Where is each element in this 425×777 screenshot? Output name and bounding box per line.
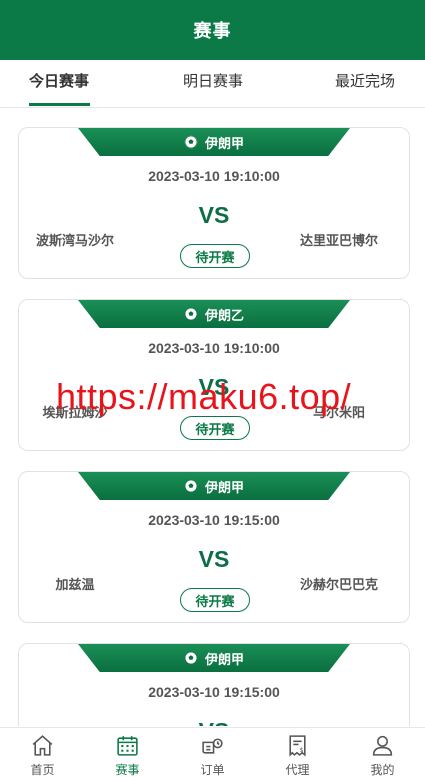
league-ribbon: 伊朗甲 [78, 644, 350, 672]
league-ribbon: 伊朗甲 [78, 128, 350, 156]
tab-recent-finished[interactable]: 最近完场 [335, 60, 395, 108]
calendar-icon [117, 736, 138, 756]
away-team: 沙赫尔巴巴克 [299, 577, 378, 592]
tab-bar: 今日赛事 明日赛事 最近完场 [0, 60, 425, 108]
league-name: 伊朗甲 [204, 135, 244, 151]
svg-text:$: $ [300, 747, 304, 754]
nav-label: 我的 [370, 763, 395, 777]
match-card[interactable]: 伊朗乙 2023-03-10 19:10:00 VS 埃斯拉姆沙 马尔米阳 待开… [18, 299, 410, 451]
nav-item-agent[interactable]: $ 代理 [255, 728, 340, 777]
match-status-button[interactable]: 待开赛 [180, 588, 250, 612]
nav-item-orders[interactable]: 订单 [170, 728, 255, 777]
home-team: 埃斯拉姆沙 [42, 405, 108, 420]
agent-icon: $ [289, 735, 306, 757]
match-card[interactable]: 伊朗甲 2023-03-10 19:10:00 VS 波斯湾马沙尔 达里亚巴博尔… [18, 127, 410, 279]
nav-item-profile[interactable]: 我的 [340, 728, 425, 777]
nav-item-home[interactable]: 首页 [0, 728, 85, 777]
match-card[interactable]: 伊朗甲 2023-03-10 19:15:00 VS 加兹温 沙赫尔巴巴克 待开… [18, 471, 410, 623]
vs-label: VS [198, 546, 230, 572]
league-name: 伊朗甲 [204, 651, 244, 667]
nav-item-matches[interactable]: 赛事 [85, 728, 170, 777]
match-status-button[interactable]: 待开赛 [180, 244, 250, 268]
active-tab-indicator [29, 103, 90, 106]
away-team: 达里亚巴博尔 [299, 233, 378, 248]
match-time: 2023-03-10 19:10:00 [148, 340, 280, 356]
tab-tomorrow[interactable]: 明日赛事 [183, 60, 243, 108]
nav-label: 赛事 [115, 763, 140, 777]
soccer-ball-icon [184, 651, 198, 665]
home-icon [32, 735, 53, 756]
nav-label: 代理 [285, 763, 310, 777]
match-time: 2023-03-10 19:15:00 [148, 684, 280, 700]
page-title: 赛事 [193, 21, 232, 41]
match-list[interactable]: 伊朗甲 2023-03-10 19:10:00 VS 波斯湾马沙尔 达里亚巴博尔… [0, 109, 425, 726]
home-team: 波斯湾马沙尔 [35, 233, 114, 248]
order-icon [202, 738, 223, 754]
league-ribbon: 伊朗乙 [78, 300, 350, 328]
soccer-ball-icon [184, 479, 198, 493]
match-time: 2023-03-10 19:10:00 [148, 168, 280, 184]
match-status-button[interactable]: 待开赛 [180, 416, 250, 440]
home-team: 加兹温 [55, 577, 95, 592]
bottom-nav: 首页 赛事 订单 $ 代理 我的 [0, 727, 425, 777]
soccer-ball-icon [184, 307, 198, 321]
league-name: 伊朗乙 [204, 307, 244, 323]
nav-label: 订单 [200, 763, 225, 777]
away-team: 马尔米阳 [312, 405, 365, 420]
user-icon [372, 735, 393, 756]
vs-label: VS [198, 202, 230, 228]
vs-label: VS [19, 718, 409, 726]
vs-label: VS [198, 374, 230, 400]
soccer-ball-icon [184, 135, 198, 149]
match-card[interactable]: 伊朗甲 2023-03-10 19:15:00 VS [18, 643, 410, 726]
match-time: 2023-03-10 19:15:00 [148, 512, 280, 528]
nav-label: 首页 [30, 763, 55, 777]
top-header: 赛事 [0, 0, 425, 60]
tab-today[interactable]: 今日赛事 [29, 60, 89, 108]
league-ribbon: 伊朗甲 [78, 472, 350, 500]
league-name: 伊朗甲 [204, 479, 244, 495]
